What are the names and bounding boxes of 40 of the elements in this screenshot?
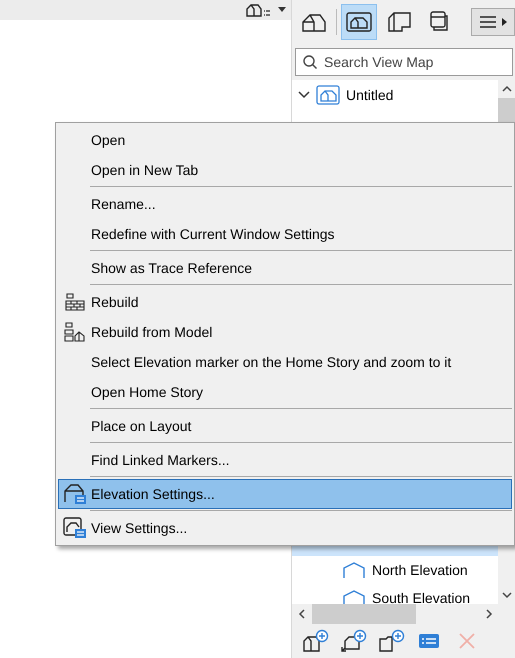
- menu-item[interactable]: View Settings...: [58, 513, 512, 543]
- view-mode-button[interactable]: [341, 4, 377, 40]
- menu-icon: [478, 15, 508, 29]
- view-settings-icon: [62, 516, 88, 540]
- menu-item[interactable]: Elevation Settings...: [58, 479, 512, 509]
- bricks-house-icon: [63, 321, 87, 343]
- house-settings-icon: [62, 482, 88, 506]
- section-sheet-icon: [386, 11, 412, 33]
- settings-list-icon: [418, 632, 440, 650]
- delete-icon: [458, 632, 476, 650]
- framed-house-icon: [345, 11, 373, 33]
- menu-item[interactable]: Rebuild from Model: [58, 317, 512, 347]
- menu-item[interactable]: Open in New Tab: [58, 155, 512, 185]
- scroll-thumb[interactable]: [312, 604, 416, 624]
- elevation-icon: [342, 589, 366, 604]
- new-view-icon: [301, 629, 329, 653]
- clone-view-icon: [339, 629, 367, 653]
- menu-item[interactable]: Open: [58, 125, 512, 155]
- dropdown-caret-icon[interactable]: [277, 6, 287, 14]
- search-field[interactable]: Search View Map: [295, 48, 513, 76]
- tree-item[interactable]: North Elevation: [292, 556, 498, 584]
- chevron-icon[interactable]: [298, 90, 310, 100]
- tree-item[interactable]: Untitled: [292, 82, 498, 108]
- house-list-icon: [245, 2, 271, 18]
- menu-item[interactable]: Place on Layout: [58, 411, 512, 441]
- new-folder-icon: [377, 629, 405, 653]
- menu-item[interactable]: Select Elevation marker on the Home Story and zoom to it: [58, 347, 512, 377]
- menu-item[interactable]: Open Home Story: [58, 377, 512, 407]
- menu-item[interactable]: Show as Trace Reference: [58, 253, 512, 283]
- menu-item[interactable]: Rename...: [58, 189, 512, 219]
- menu-item[interactable]: Find Linked Markers...: [58, 445, 512, 475]
- elevation-icon: [342, 561, 366, 579]
- brick-wall-icon: [64, 292, 86, 312]
- tree-item[interactable]: South Elevation: [292, 584, 498, 604]
- menu-item[interactable]: Rebuild: [58, 287, 512, 317]
- menu-item[interactable]: Redefine with Current Window Settings: [58, 219, 512, 249]
- project-icon: [316, 85, 340, 105]
- search-input[interactable]: Search View Map: [324, 49, 512, 75]
- menu-button[interactable]: [471, 8, 515, 36]
- search-icon: [302, 54, 318, 70]
